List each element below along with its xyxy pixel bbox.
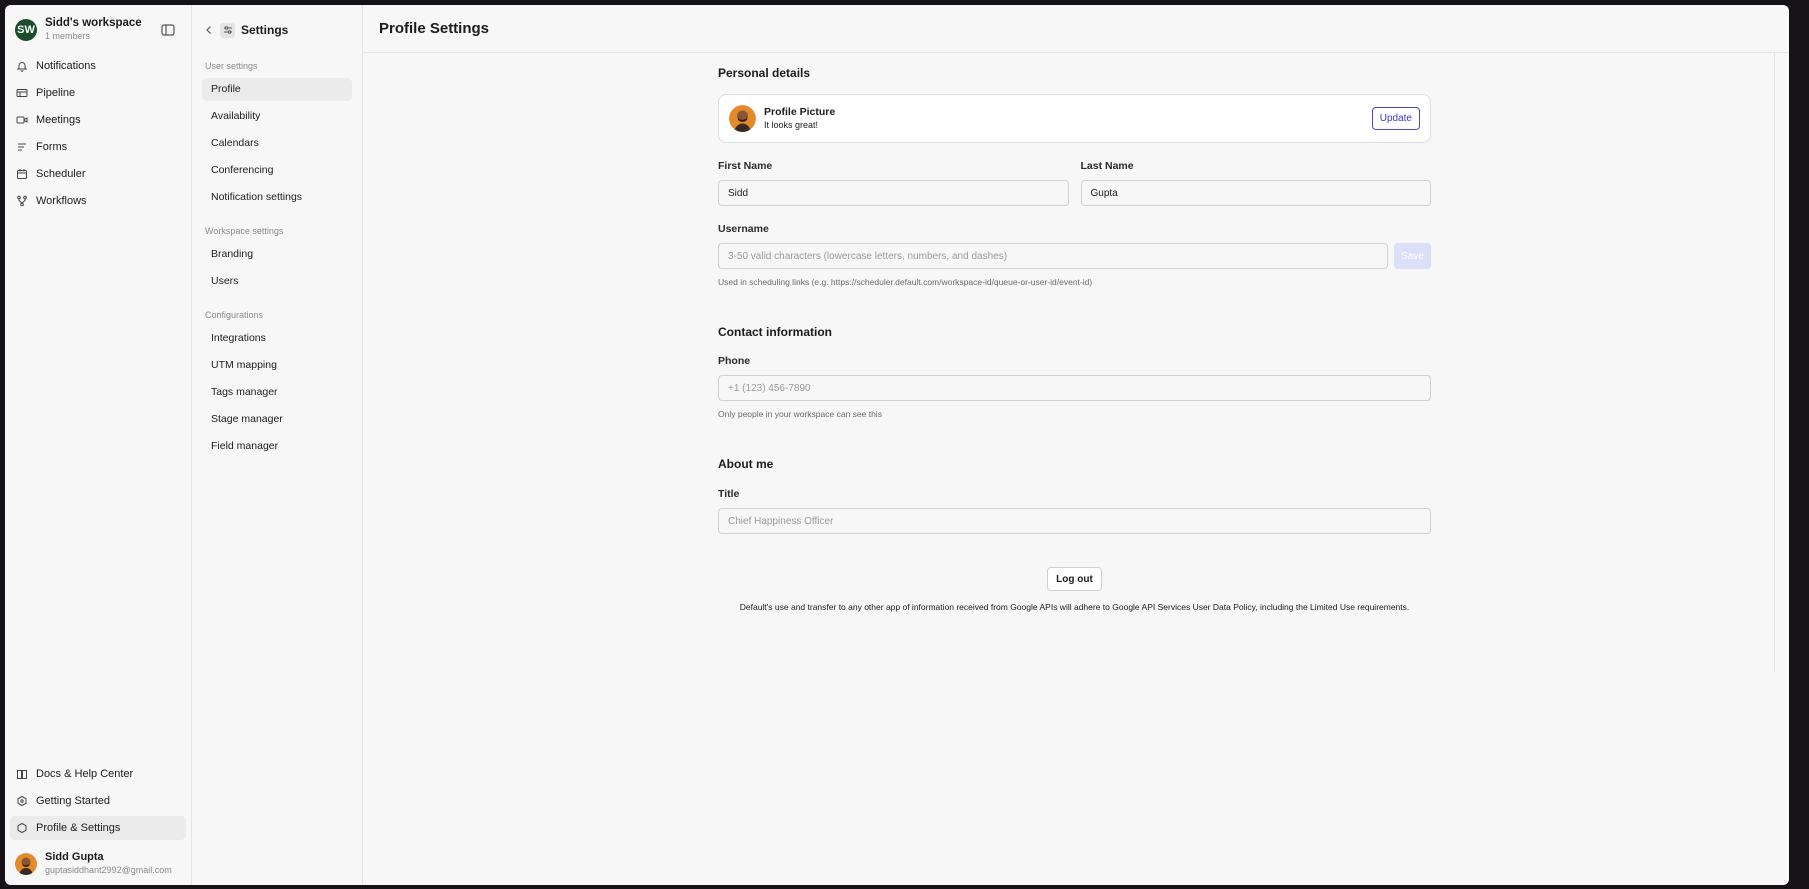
group-label: Workspace settings bbox=[205, 226, 284, 236]
workspace-avatar: SW bbox=[15, 18, 37, 41]
rocket-icon bbox=[17, 795, 27, 807]
title-label: Title bbox=[718, 488, 740, 500]
nav-item-label: Forms bbox=[36, 141, 68, 153]
logout-button[interactable]: Log out bbox=[1047, 567, 1102, 591]
profile-picture-subtitle: It looks great! bbox=[764, 119, 819, 130]
google-policy-notice: Default's use and transfer to any other … bbox=[739, 602, 1410, 612]
user-email: guptasiddhant2992@gmail.com bbox=[45, 865, 172, 875]
nav-item-scheduler[interactable]: Scheduler bbox=[10, 162, 186, 186]
nav-item-docs[interactable]: Docs & Help Center bbox=[10, 762, 186, 786]
nav-item-label: Profile & Settings bbox=[36, 822, 121, 834]
nav-item-label: Pipeline bbox=[36, 87, 76, 99]
nav-item-label: Notifications bbox=[36, 60, 96, 72]
last-name-field[interactable] bbox=[1080, 180, 1431, 206]
main-nav: Notifications Pipeline Meetings Forms Sc… bbox=[5, 54, 191, 213]
nav-item-label: Meetings bbox=[36, 114, 81, 126]
section-title-personal: Personal details bbox=[718, 66, 811, 80]
settings-item-availability[interactable]: Availability bbox=[202, 105, 352, 128]
topbar: Profile Settings bbox=[363, 5, 1789, 53]
settings-title: Settings bbox=[241, 23, 289, 37]
first-name-label: First Name bbox=[718, 160, 773, 172]
profile-picture bbox=[729, 105, 756, 132]
username-field[interactable] bbox=[718, 243, 1388, 269]
nav-item-profile-settings[interactable]: Profile & Settings bbox=[10, 816, 186, 840]
settings-header: Settings bbox=[192, 20, 362, 40]
scrollbar-track[interactable] bbox=[1774, 53, 1775, 672]
workflow-icon bbox=[17, 195, 27, 207]
workspace-members: 1 members bbox=[45, 31, 91, 41]
app-sidebar: SW Sidd's workspace 1 members Notificati… bbox=[5, 5, 192, 885]
settings-item-notification-settings[interactable]: Notification settings bbox=[202, 186, 352, 209]
nav-item-pipeline[interactable]: Pipeline bbox=[10, 81, 186, 105]
settings-item-users[interactable]: Users bbox=[202, 270, 352, 293]
pipeline-icon bbox=[16, 89, 28, 97]
name-row: First Name Last Name bbox=[718, 159, 1431, 206]
title-group: Title bbox=[718, 487, 1431, 534]
last-name-label: Last Name bbox=[1080, 160, 1134, 172]
profile-form: Personal details Profile Picture It look… bbox=[718, 66, 1431, 612]
settings-item-profile[interactable]: Profile bbox=[202, 78, 352, 101]
workspace-header[interactable]: SW Sidd's workspace 1 members bbox=[5, 5, 191, 43]
nav-item-getting-started[interactable]: Getting Started bbox=[10, 789, 186, 813]
nav-item-forms[interactable]: Forms bbox=[10, 135, 186, 159]
nav-item-label: Getting Started bbox=[36, 795, 110, 807]
settings-item-field-manager[interactable]: Field manager bbox=[202, 435, 352, 458]
phone-help: Only people in your workspace can see th… bbox=[718, 409, 882, 419]
workspace-name: Sidd's workspace bbox=[45, 17, 142, 29]
settings-sidebar: Settings User settings Profile Availabil… bbox=[192, 5, 363, 885]
settings-group-user: User settings Profile Availability Calen… bbox=[192, 59, 362, 209]
phone-field[interactable] bbox=[718, 375, 1431, 401]
nav-item-meetings[interactable]: Meetings bbox=[10, 108, 186, 132]
username-label: Username bbox=[718, 223, 769, 235]
book-icon bbox=[17, 770, 27, 779]
settings-item-calendars[interactable]: Calendars bbox=[202, 132, 352, 155]
save-username-button[interactable]: Save bbox=[1394, 243, 1431, 269]
user-menu[interactable]: Sidd Gupta guptasiddhant2992@gmail.com bbox=[15, 851, 172, 876]
nav-item-label: Scheduler bbox=[36, 168, 86, 180]
user-name: Sidd Gupta bbox=[45, 851, 104, 863]
bottom-nav: Docs & Help Center Getting Started Profi… bbox=[5, 762, 191, 843]
section-title-contact: Contact information bbox=[718, 325, 832, 339]
settings-item-conferencing[interactable]: Conferencing bbox=[202, 159, 352, 182]
first-name-field[interactable] bbox=[718, 180, 1069, 206]
section-title-about: About me bbox=[718, 457, 774, 471]
settings-item-stage-manager[interactable]: Stage manager bbox=[202, 408, 352, 431]
update-picture-button[interactable]: Update bbox=[1371, 107, 1420, 130]
phone-label: Phone bbox=[718, 355, 751, 367]
nav-item-label: Docs & Help Center bbox=[36, 768, 134, 780]
main-content: Profile Settings Personal details Profil… bbox=[363, 5, 1789, 885]
settings-item-branding[interactable]: Branding bbox=[202, 243, 352, 266]
settings-icon bbox=[220, 22, 235, 38]
meetings-icon bbox=[16, 116, 28, 124]
group-label: Configurations bbox=[205, 310, 264, 320]
hexagon-icon bbox=[17, 822, 27, 834]
settings-group-workspace: Workspace settings Branding Users bbox=[192, 224, 362, 293]
group-label: User settings bbox=[205, 61, 258, 71]
calendar-icon bbox=[17, 169, 27, 179]
settings-item-integrations[interactable]: Integrations bbox=[202, 327, 352, 350]
profile-picture-title: Profile Picture bbox=[764, 105, 836, 118]
nav-item-label: Workflows bbox=[36, 195, 87, 207]
username-help: Used in scheduling links (e.g. https://s… bbox=[718, 277, 1093, 287]
phone-group: Phone Only people in your workspace can … bbox=[718, 354, 1431, 419]
bell-icon bbox=[16, 62, 28, 72]
nav-item-workflows[interactable]: Workflows bbox=[10, 189, 186, 213]
nav-item-notifications[interactable]: Notifications bbox=[10, 54, 186, 78]
user-avatar bbox=[15, 852, 37, 875]
title-field[interactable] bbox=[718, 508, 1431, 534]
sidebar-toggle-icon[interactable] bbox=[161, 23, 175, 37]
page-title: Profile Settings bbox=[379, 20, 490, 37]
forms-icon bbox=[18, 143, 26, 151]
username-group: Username Save Used in scheduling links (… bbox=[718, 222, 1431, 287]
settings-group-configurations: Configurations Integrations UTM mapping … bbox=[192, 308, 362, 458]
chevron-left-icon[interactable] bbox=[205, 25, 213, 35]
profile-picture-card: Profile Picture It looks great! Update bbox=[718, 94, 1431, 143]
settings-item-tags-manager[interactable]: Tags manager bbox=[202, 381, 352, 404]
settings-item-utm-mapping[interactable]: UTM mapping bbox=[202, 354, 352, 377]
app-window: SW Sidd's workspace 1 members Notificati… bbox=[5, 5, 1789, 885]
